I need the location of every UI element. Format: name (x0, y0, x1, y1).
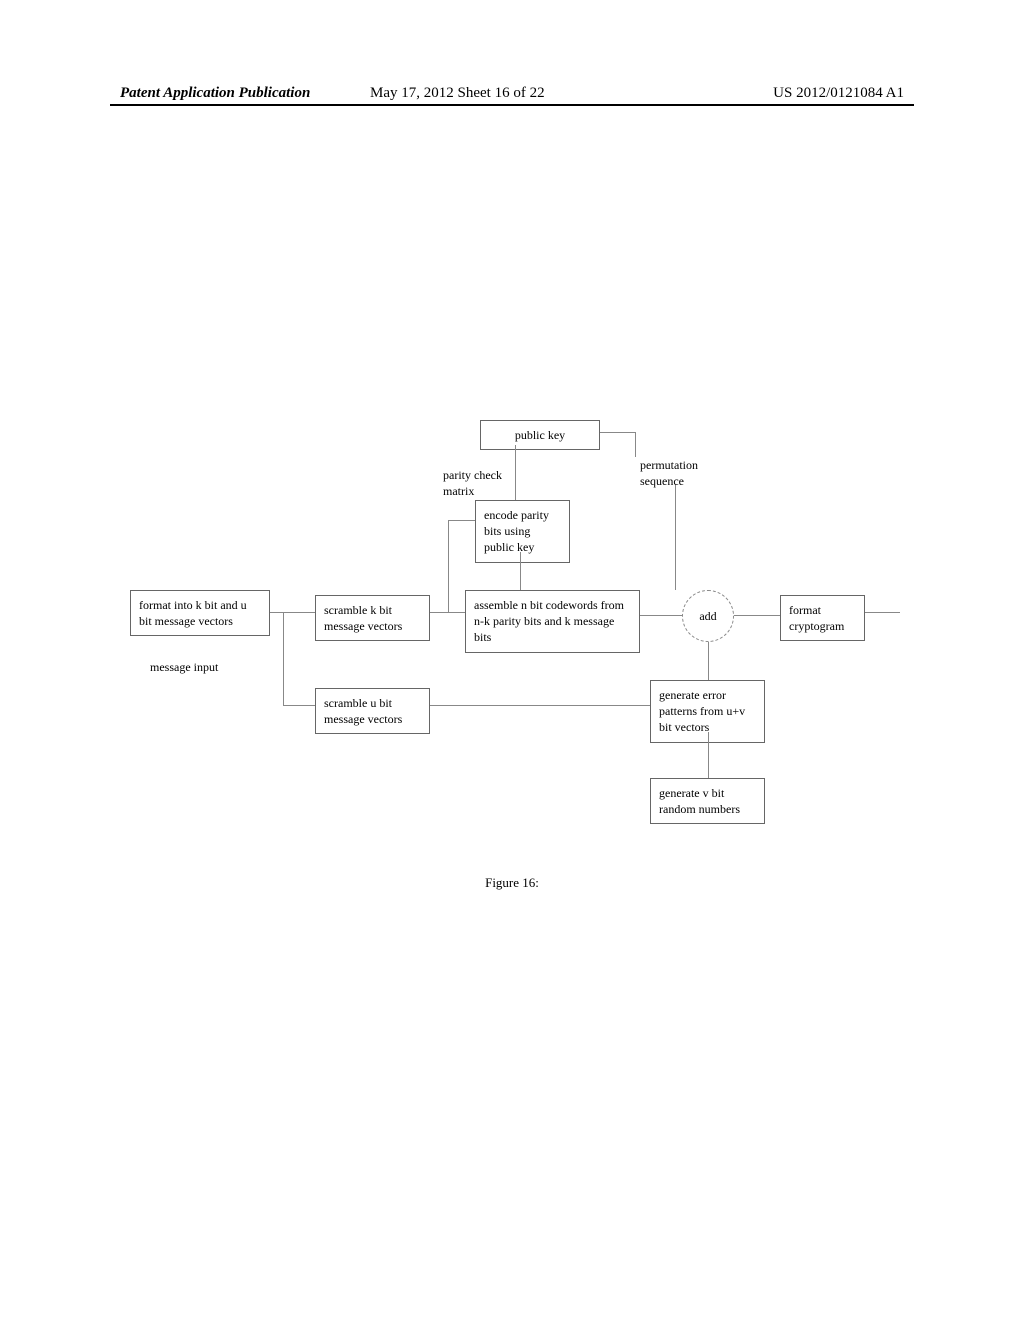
scramble-u-box: scramble u bit message vectors (315, 688, 430, 734)
generate-v-label: generate v bit random numbers (659, 786, 740, 816)
header-right: US 2012/0121084 A1 (773, 85, 904, 102)
format-input-box: format into k bit and u bit message vect… (130, 590, 270, 636)
connector-line (430, 612, 465, 613)
parity-check-label: parity check matrix (443, 468, 523, 499)
block-diagram: format into k bit and u bit message vect… (120, 420, 900, 850)
header-left: Patent Application Publication (120, 85, 310, 102)
add-label: add (699, 609, 716, 624)
public-key-label: public key (515, 428, 565, 442)
connector-line (675, 485, 676, 590)
connector-line (635, 432, 636, 457)
connector-line (734, 615, 780, 616)
connector-line (448, 520, 449, 612)
format-output-label: format cryptogram (789, 603, 844, 633)
connector-line (270, 612, 315, 613)
connector-line (708, 642, 709, 680)
connector-line (515, 445, 516, 500)
encode-parity-box: encode parity bits using public key (475, 500, 570, 563)
connector-line (865, 612, 900, 613)
connector-line (283, 612, 284, 705)
connector-line (640, 615, 682, 616)
connector-line (430, 705, 650, 706)
connector-line (448, 520, 475, 521)
scramble-k-box: scramble k bit message vectors (315, 595, 430, 641)
scramble-k-label: scramble k bit message vectors (324, 603, 402, 633)
message-input-label: message input (150, 660, 218, 676)
generate-error-label: generate error patterns from u+v bit vec… (659, 688, 745, 734)
assemble-box: assemble n bit codewords from n-k parity… (465, 590, 640, 653)
connector-line (708, 732, 709, 778)
format-input-label: format into k bit and u bit message vect… (139, 598, 247, 628)
figure-caption: Figure 16: (0, 875, 1024, 891)
add-circle: add (682, 590, 734, 642)
generate-v-box: generate v bit random numbers (650, 778, 765, 824)
connector-line (283, 705, 315, 706)
encode-parity-label: encode parity bits using public key (484, 508, 549, 554)
public-key-box: public key (480, 420, 600, 450)
connector-line (600, 432, 635, 433)
format-output-box: format cryptogram (780, 595, 865, 641)
connector-line (520, 552, 521, 590)
permutation-label: permutation sequence (640, 458, 720, 489)
assemble-label: assemble n bit codewords from n-k parity… (474, 598, 624, 644)
header-rule (110, 104, 914, 106)
header-center: May 17, 2012 Sheet 16 of 22 (370, 85, 545, 102)
scramble-u-label: scramble u bit message vectors (324, 696, 402, 726)
